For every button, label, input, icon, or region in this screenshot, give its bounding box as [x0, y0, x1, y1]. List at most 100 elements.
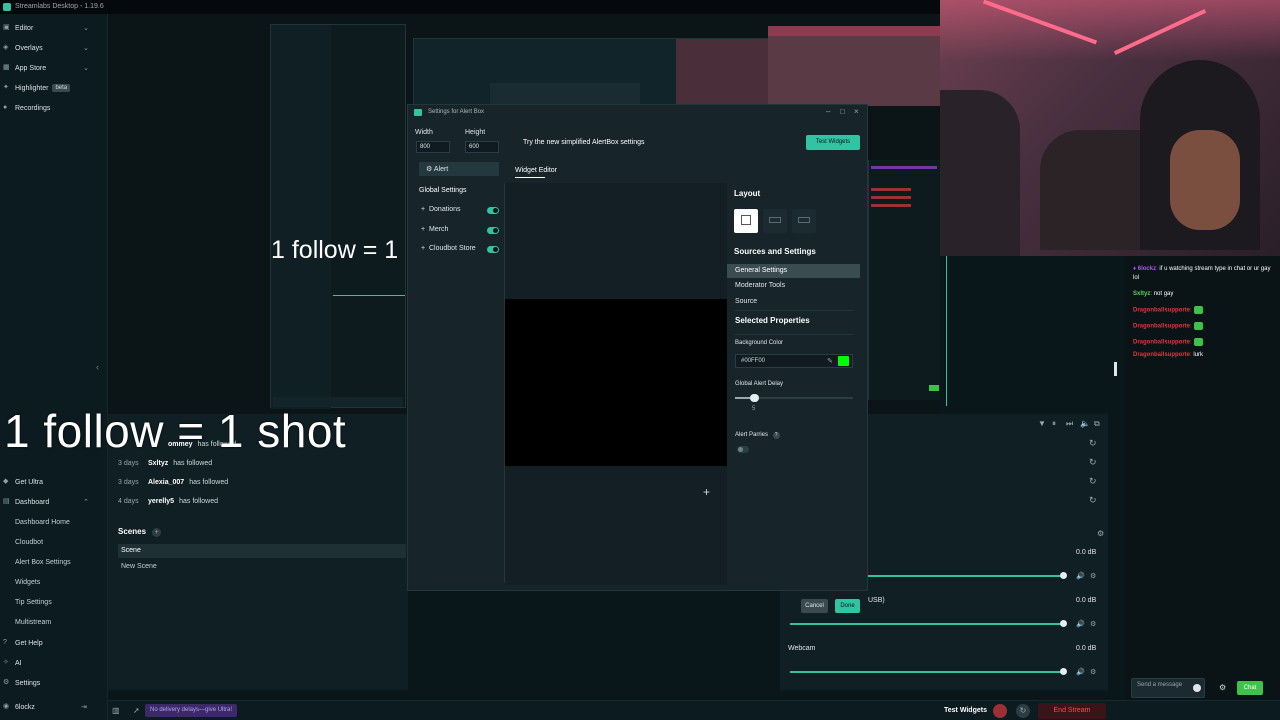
- layout-label: Layout: [734, 189, 761, 198]
- sidebar-item-ai[interactable]: ✧ AI: [3, 655, 22, 671]
- volume-slider[interactable]: [790, 671, 1064, 673]
- test-widgets-button[interactable]: Test Widgets: [806, 135, 860, 150]
- eyedropper-icon[interactable]: ✎: [827, 357, 833, 365]
- height-input[interactable]: 600: [465, 141, 499, 153]
- widget-preview-frame: [505, 299, 727, 466]
- sidebar-item-overlays[interactable]: ◈ Overlays ⌄: [3, 40, 89, 56]
- stats-icon[interactable]: ▥: [112, 706, 120, 715]
- sidebar-item-editor[interactable]: ▣ Editor ⌄: [3, 20, 89, 36]
- sidebar-item-settings[interactable]: ⚙ Settings: [3, 675, 40, 691]
- layout-option-1[interactable]: [734, 209, 758, 233]
- sidebar-sub-cloudbot[interactable]: Cloudbot: [15, 539, 43, 553]
- sidebar-sub-alert-box-settings[interactable]: Alert Box Settings: [15, 559, 71, 573]
- speaker-icon[interactable]: 🔊: [1076, 620, 1085, 628]
- collapse-arrow-icon[interactable]: ‹: [96, 362, 99, 372]
- sidebar-item-get-help[interactable]: ? Get Help: [3, 635, 43, 651]
- end-stream-button[interactable]: End Stream: [1038, 703, 1106, 719]
- sidebar-sub-tip-settings[interactable]: Tip Settings: [15, 599, 52, 613]
- logout-icon[interactable]: ⇥: [81, 703, 87, 711]
- cancel-button[interactable]: Cancel: [801, 599, 828, 613]
- cloudbot-store-toggle[interactable]: [487, 246, 499, 253]
- global-settings-link[interactable]: Global Settings: [419, 187, 466, 194]
- footer-test-widgets[interactable]: Test Widgets: [944, 707, 987, 714]
- layout-option-3[interactable]: [792, 209, 816, 233]
- info-icon[interactable]: ?: [772, 432, 780, 439]
- close-icon[interactable]: ×: [854, 107, 859, 116]
- sidebar-sub-multistream[interactable]: Multistream: [15, 619, 51, 633]
- window-title: Streamlabs Desktop - 1.19.6: [15, 3, 104, 10]
- replay-icon[interactable]: ↻: [1089, 457, 1097, 468]
- alert-tab[interactable]: ⚙ Alert: [419, 162, 499, 176]
- sidebar-sub-widgets[interactable]: Widgets: [15, 579, 40, 593]
- sidebar-item-app-store[interactable]: ▦ App Store ⌄: [3, 60, 89, 76]
- mixer-settings-icon[interactable]: ⚙: [1090, 572, 1096, 580]
- merch-toggle[interactable]: [487, 227, 499, 234]
- skip-icon[interactable]: ⏭: [1066, 419, 1073, 429]
- mixer-settings-icon[interactable]: ⚙: [1090, 620, 1096, 628]
- popout-icon[interactable]: ⧉: [1094, 419, 1100, 429]
- alert-delay-knob[interactable]: [750, 394, 759, 402]
- add-scene-icon[interactable]: +: [152, 528, 161, 537]
- widget-editor-tab[interactable]: Widget Editor: [515, 167, 557, 174]
- volume-knob[interactable]: [1060, 668, 1067, 675]
- speaker-icon[interactable]: 🔊: [1076, 572, 1085, 580]
- volume-slider[interactable]: [868, 575, 1064, 577]
- ultra-promo-banner[interactable]: No delivery delays—give Ultra!: [145, 704, 238, 717]
- settings-icon: ⚙: [426, 166, 434, 173]
- chat-settings-gear-icon[interactable]: ⚙: [1219, 683, 1226, 692]
- emoji-icon[interactable]: [1193, 684, 1201, 692]
- replay-buffer-icon[interactable]: ↻: [1016, 704, 1030, 718]
- store-icon: ▦: [3, 64, 10, 71]
- replay-icon[interactable]: ↻: [1089, 438, 1097, 449]
- chat-scrollbar[interactable]: [1114, 362, 1117, 376]
- alert-parries-toggle[interactable]: [737, 446, 749, 453]
- overlay-text-small: 1 follow = 1: [271, 236, 399, 264]
- chat-send-button[interactable]: Chat: [1237, 681, 1263, 695]
- mixer-channel-label: Webcam: [788, 645, 816, 652]
- sidebar-item-label: Get Help: [15, 639, 43, 647]
- minimize-icon[interactable]: –: [826, 107, 830, 116]
- chevron-down-icon: ⌄: [83, 65, 89, 72]
- volume-knob[interactable]: [1060, 572, 1067, 579]
- chat-message: Dragonballsupporte: lurk: [1133, 352, 1204, 358]
- scene-item[interactable]: New Scene: [118, 560, 406, 574]
- width-input[interactable]: 800: [416, 141, 450, 153]
- sidebar-sub-dashboard-home[interactable]: Dashboard Home: [15, 519, 70, 533]
- moderator-tools-item[interactable]: Moderator Tools: [735, 282, 785, 289]
- emote-icon: [1193, 306, 1203, 314]
- maximize-icon[interactable]: □: [840, 107, 845, 116]
- layout-overlay-icon: [798, 217, 810, 223]
- color-swatch[interactable]: [838, 356, 849, 366]
- source-item[interactable]: Source: [735, 298, 757, 305]
- donations-toggle[interactable]: [487, 207, 499, 214]
- sidebar-item-get-ultra[interactable]: ◆ Get Ultra: [3, 474, 43, 490]
- volume-slider[interactable]: [790, 623, 1064, 625]
- sidebar-item-recordings[interactable]: ● Recordings: [3, 100, 50, 116]
- mute-icon[interactable]: 🔈: [1080, 419, 1090, 428]
- scene-item[interactable]: Scene: [118, 544, 406, 558]
- general-settings-item[interactable]: General Settings: [727, 264, 860, 278]
- replay-icon[interactable]: ↻: [1089, 476, 1097, 487]
- plus-icon: +: [421, 206, 429, 213]
- filter-icon[interactable]: ▼: [1038, 419, 1046, 428]
- sidebar-user[interactable]: ◉ 6lockz ⇥: [3, 699, 103, 715]
- simplified-settings-link[interactable]: Try the new simplified AlertBox settings: [523, 139, 645, 146]
- mixer-db: 0.0 dB: [1076, 597, 1097, 604]
- width-label: Width: [415, 129, 433, 136]
- nested-preview: [270, 24, 406, 409]
- sidebar-item-highlighter[interactable]: ✦ Highlighter beta: [3, 80, 71, 96]
- chevron-down-icon: ⌄: [83, 45, 89, 52]
- sidebar-item-dashboard[interactable]: ▤ Dashboard ⌃: [3, 494, 89, 510]
- volume-knob[interactable]: [1060, 620, 1067, 627]
- sidebar-username: 6lockz: [15, 703, 35, 711]
- replay-icon[interactable]: ↻: [1089, 495, 1097, 506]
- pause-icon[interactable]: ⏸: [1052, 419, 1056, 429]
- done-button[interactable]: Done: [835, 599, 860, 613]
- mixer-gear-icon[interactable]: ⚙: [1097, 529, 1104, 538]
- mixer-settings-icon[interactable]: ⚙: [1090, 668, 1096, 676]
- speaker-icon[interactable]: 🔊: [1076, 668, 1085, 676]
- layout-option-2[interactable]: [763, 209, 787, 233]
- overlays-icon: ◈: [3, 44, 9, 51]
- background-color-input[interactable]: #00FF00: [735, 354, 853, 368]
- record-button-icon[interactable]: [993, 704, 1007, 718]
